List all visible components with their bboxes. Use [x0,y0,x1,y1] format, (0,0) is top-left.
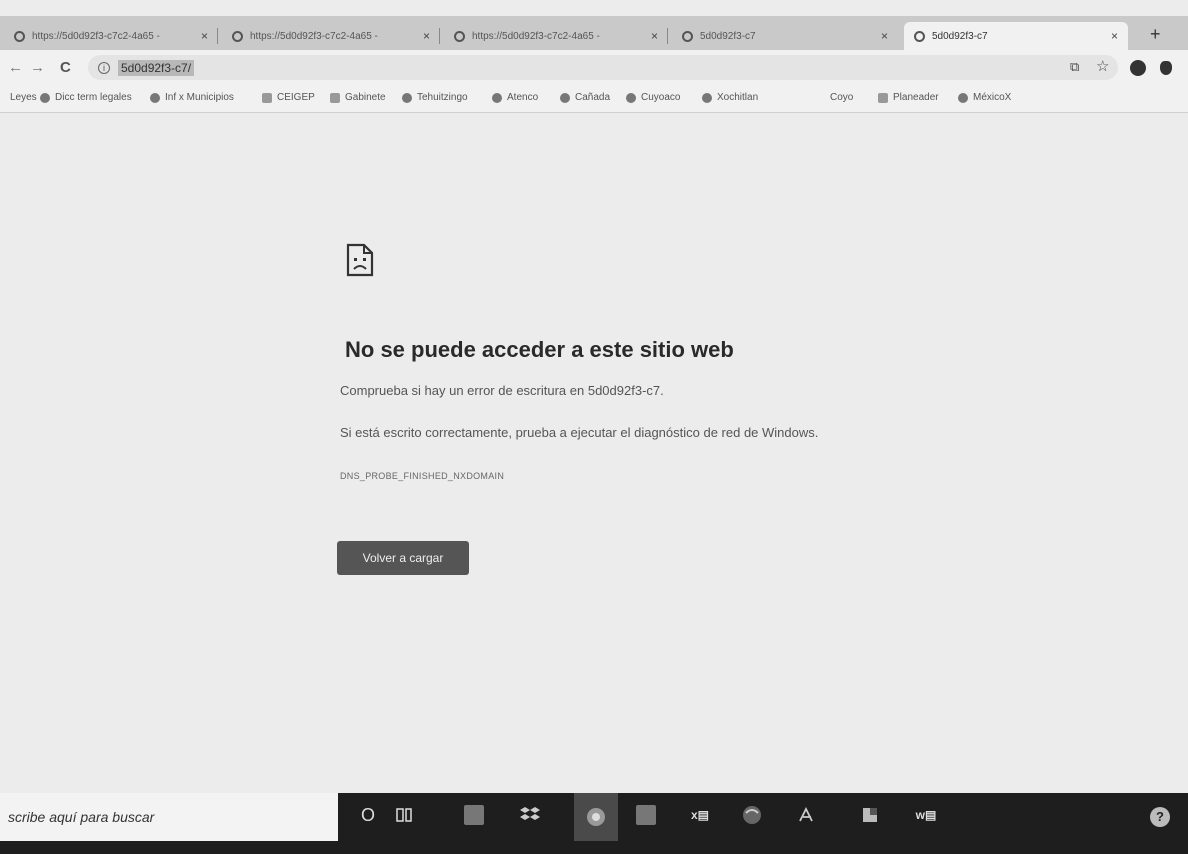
close-icon[interactable]: × [423,29,430,43]
chrome-icon[interactable] [574,793,618,841]
globe-icon [402,92,412,103]
close-icon[interactable]: × [651,29,658,43]
tab-strip: https://5d0d92f3-c7c2-4a65 - × https://5… [0,16,1188,50]
extension-icon[interactable] [1160,61,1172,75]
bookmark-item[interactable]: Cuyoaco [626,92,680,103]
tab-title: https://5d0d92f3-c7c2-4a65 - [472,30,600,42]
info-icon[interactable]: i [98,61,110,74]
file-explorer-icon[interactable] [636,805,656,825]
error-page: No se puede acceder a este sitio web Com… [0,113,1188,793]
cast-icon[interactable]: ⧉ [1070,59,1079,75]
bookmark-item[interactable]: Xochitlan [702,92,758,103]
globe-icon [914,30,925,42]
close-icon[interactable]: × [881,29,888,43]
error-message-typo: Comprueba si hay un error de escritura e… [340,383,664,398]
browser-app-icon[interactable] [740,803,764,827]
tab-4[interactable]: 5d0d92f3-c7 × [672,22,898,50]
taskbar-search-input[interactable]: scribe aquí para buscar [0,793,338,841]
folder-icon [330,92,340,103]
word-icon[interactable]: w▤ [914,803,938,827]
bookmark-item[interactable]: Cañada [560,92,610,103]
bookmark-item[interactable]: CEIGEP [262,92,315,103]
tab-title: https://5d0d92f3-c7c2-4a65 - [250,30,378,42]
bookmark-favicon-icon [150,92,160,103]
bookmark-item[interactable]: Planeader [878,92,939,103]
acrobat-icon[interactable] [794,803,818,827]
globe-icon [14,30,25,42]
task-view-icon[interactable] [392,803,416,827]
tab-2[interactable]: https://5d0d92f3-c7c2-4a65 - × [222,22,440,50]
mail-icon[interactable] [464,805,484,825]
bookmark-favicon-icon [40,92,50,103]
bookmark-item[interactable]: Coyo [830,92,853,103]
folder-icon [878,92,888,103]
screen: https://5d0d92f3-c7c2-4a65 - × https://5… [0,0,1188,854]
reload-button[interactable]: Volver a cargar [337,541,469,575]
back-button[interactable]: ← [8,59,23,76]
app-icon[interactable] [858,803,882,827]
folder-icon [262,92,272,103]
bookmark-item[interactable]: Dicc term legales [40,92,132,103]
excel-icon[interactable]: x▤ [688,803,712,827]
globe-icon [232,30,243,42]
tab-title: 5d0d92f3-c7 [932,30,988,42]
bookmark-star-icon[interactable]: ☆ [1096,57,1109,75]
bookmark-item[interactable]: MéxicoX [958,92,1011,103]
globe-icon [492,92,502,103]
globe-icon [626,92,636,103]
dropbox-icon[interactable] [518,803,542,827]
address-bar[interactable]: i 5d0d92f3-c7/ [88,55,1118,80]
error-title: No se puede acceder a este sitio web [345,337,734,362]
globe-icon [702,92,712,103]
help-icon[interactable]: ? [1150,807,1170,827]
bookmarks-bar: Leyes Dicc term legales Inf x Municipios… [0,86,1188,113]
bookmark-item[interactable]: Atenco [492,92,538,103]
tab-5-active[interactable]: 5d0d92f3-c7 × [904,22,1128,50]
reload-icon[interactable]: C [60,59,71,76]
globe-icon [454,30,465,42]
close-icon[interactable]: × [1111,29,1118,43]
bookmark-item[interactable]: Inf x Municipios [150,92,234,103]
close-icon[interactable]: × [201,29,208,43]
sad-page-icon [346,243,374,277]
bookmark-item[interactable]: Leyes [10,92,37,103]
tab-1[interactable]: https://5d0d92f3-c7c2-4a65 - × [4,22,218,50]
star-burst-icon [958,92,968,103]
bookmark-item[interactable]: Tehuitzingo [402,92,468,103]
globe-icon [560,92,570,103]
new-tab-button[interactable]: + [1150,24,1161,44]
error-message-diagnostics: Si está escrito correctamente, prueba a … [340,425,819,440]
error-code: DNS_PROBE_FINISHED_NXDOMAIN [340,471,505,481]
bookmark-item[interactable]: Gabinete [330,92,386,103]
globe-icon [682,30,693,42]
cortana-icon[interactable]: O [356,803,380,827]
tab-title: 5d0d92f3-c7 [700,30,756,42]
browser-toolbar: ← → C i 5d0d92f3-c7/ ⧉ ☆ [0,50,1188,86]
taskbar: scribe aquí para buscar O x▤ w▤ ? [0,793,1188,854]
extension-icon[interactable] [1130,60,1146,76]
forward-button[interactable]: → [30,59,45,76]
url-text[interactable]: 5d0d92f3-c7/ [118,59,195,76]
tab-3[interactable]: https://5d0d92f3-c7c2-4a65 - × [444,22,668,50]
tab-title: https://5d0d92f3-c7c2-4a65 - [32,30,160,42]
